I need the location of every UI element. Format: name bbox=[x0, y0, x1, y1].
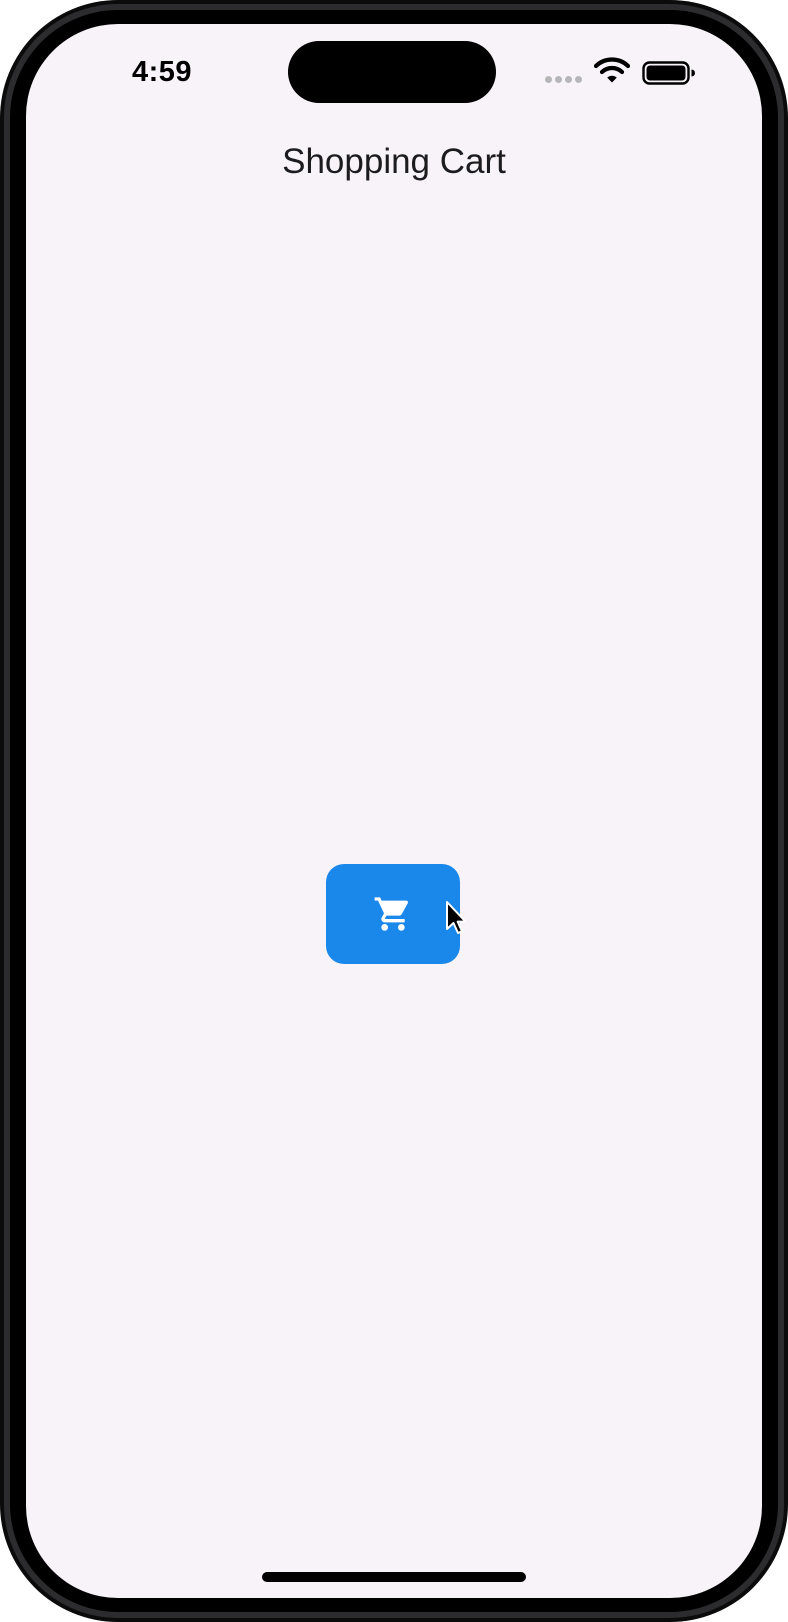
mouse-cursor-icon bbox=[446, 901, 467, 934]
app-screen: 4:59 Shopping Cart bbox=[26, 24, 762, 1598]
dynamic-island bbox=[288, 41, 496, 103]
device-frame: 4:59 Shopping Cart bbox=[0, 0, 788, 1622]
battery-icon bbox=[642, 61, 695, 85]
wifi-icon bbox=[594, 57, 630, 83]
shopping-cart-icon bbox=[374, 897, 409, 931]
status-bar-time: 4:59 bbox=[132, 56, 193, 88]
shopping-cart-button[interactable] bbox=[326, 864, 460, 964]
page-title: Shopping Cart bbox=[282, 142, 506, 181]
home-indicator[interactable] bbox=[262, 1572, 526, 1582]
signal-icon bbox=[545, 76, 582, 83]
